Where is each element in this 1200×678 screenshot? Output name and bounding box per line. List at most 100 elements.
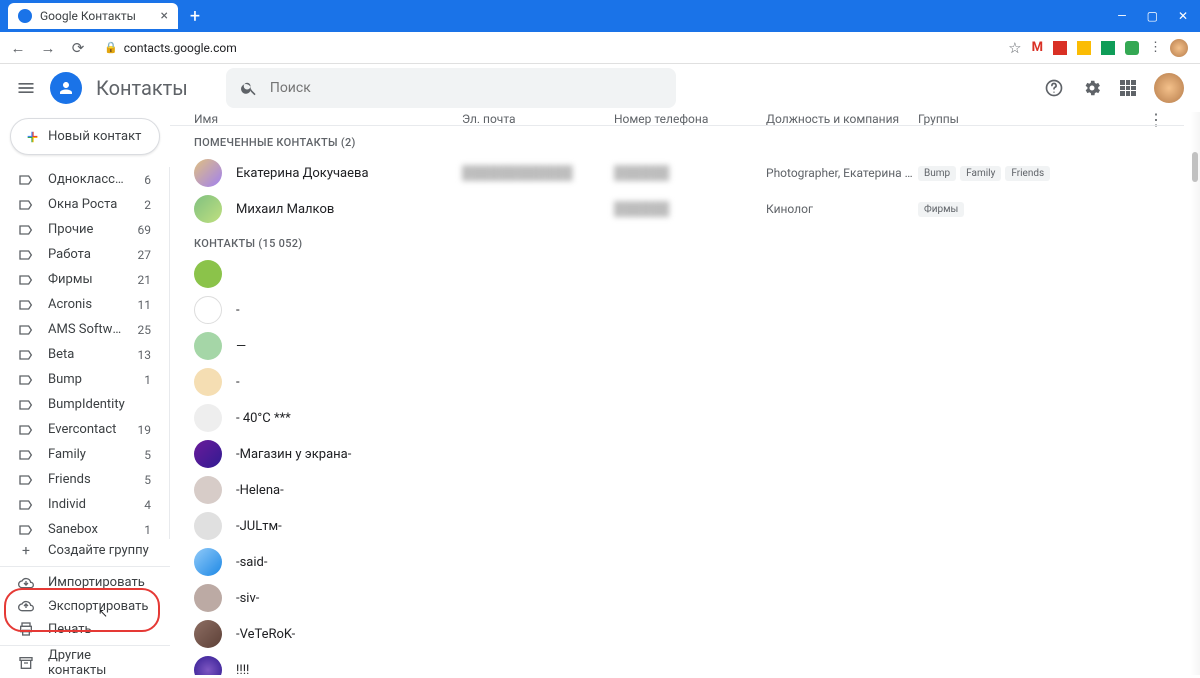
label-item[interactable]: Individ4 (0, 492, 165, 517)
contact-row[interactable]: -VeTeRoK- (170, 616, 1200, 652)
contact-avatar (194, 260, 222, 288)
contact-groups: Фирмы (918, 202, 1176, 217)
label-item[interactable]: Работа27 (0, 242, 165, 267)
label-item[interactable]: Окна Роста2 (0, 192, 165, 217)
label-count: 1 (144, 523, 151, 537)
label-item[interactable]: Acronis11 (0, 292, 165, 317)
contact-avatar (194, 159, 222, 187)
browser-profile-avatar[interactable] (1170, 39, 1188, 57)
print-button[interactable]: Печать (0, 618, 166, 641)
contact-row[interactable]: - 40°С *** (170, 400, 1200, 436)
ext-icon-orange[interactable] (1077, 41, 1091, 55)
search-box[interactable] (226, 68, 676, 108)
ext-icon-red[interactable] (1053, 41, 1067, 55)
label-item[interactable]: Прочие69 (0, 217, 165, 242)
google-apps-button[interactable] (1120, 80, 1136, 96)
label-name: Sanebox (48, 522, 130, 537)
scrollbar-track[interactable] (1190, 112, 1200, 675)
contact-groups: BumpFamilyFriends (918, 166, 1176, 181)
col-email[interactable]: Эл. почта (462, 112, 614, 126)
group-chip: Family (960, 166, 1001, 181)
label-item[interactable]: AMS Software25 (0, 317, 165, 342)
label-item[interactable]: Beta13 (0, 342, 165, 367)
browser-menu-icon[interactable]: ⋮ (1149, 40, 1160, 55)
label-name: Acronis (48, 297, 124, 312)
nav-back-button[interactable]: ← (8, 39, 28, 57)
nav-reload-button[interactable]: ⟳ (68, 39, 88, 57)
other-contacts-button[interactable]: Другие контакты (0, 650, 166, 675)
contact-row[interactable]: - (170, 292, 1200, 328)
contact-row[interactable]: Михаил Малков██████КинологФирмы (170, 191, 1200, 227)
account-avatar[interactable] (1154, 73, 1184, 103)
contact-row[interactable]: - (170, 364, 1200, 400)
label-name: Evercontact (48, 422, 124, 437)
window-minimize-button[interactable]: — (1117, 9, 1126, 23)
scrollbar-thumb[interactable] (1192, 152, 1198, 182)
contact-avatar (194, 476, 222, 504)
print-icon (18, 621, 34, 637)
contact-row[interactable] (170, 256, 1200, 292)
col-phone[interactable]: Номер телефона (614, 112, 766, 126)
header-more-button[interactable]: ⋮ (1148, 112, 1164, 129)
label-name: Окна Роста (48, 197, 130, 212)
label-item[interactable]: Одноклассники6 (0, 167, 165, 192)
label-icon (18, 447, 34, 463)
contacts-logo-icon (50, 72, 82, 104)
label-icon (18, 497, 34, 513)
app-title: Контакты (96, 76, 188, 100)
browser-tab[interactable]: Google Контакты × (8, 3, 178, 29)
nav-forward-button[interactable]: → (38, 39, 58, 57)
main-menu-button[interactable] (16, 78, 36, 98)
contact-avatar (194, 620, 222, 648)
contact-name: -Магазин у экрана- (236, 447, 462, 462)
search-input[interactable] (270, 80, 662, 96)
contact-phone: ██████ (614, 165, 766, 181)
app-header: Контакты (0, 64, 1200, 112)
contact-row[interactable]: — (170, 328, 1200, 364)
sidebar: + Новый контакт Одноклассники6Окна Роста… (0, 112, 170, 675)
contact-row[interactable]: Екатерина Докучаева██████████████████Pho… (170, 155, 1200, 191)
address-bar[interactable]: 🔒 contacts.google.com (104, 41, 237, 55)
create-group-button[interactable]: + Создайте группу (0, 539, 166, 562)
settings-button[interactable] (1082, 78, 1102, 98)
bookmark-star-icon[interactable]: ☆ (1008, 39, 1021, 57)
contact-avatar (194, 512, 222, 540)
label-item[interactable]: Sanebox 1 (0, 517, 165, 539)
contact-row[interactable]: !!!! (170, 652, 1200, 675)
group-chip: Bump (918, 166, 956, 181)
label-icon (18, 322, 34, 338)
export-button[interactable]: Экспортировать (0, 595, 166, 618)
contact-row[interactable]: -Магазин у экрана- (170, 436, 1200, 472)
label-item[interactable]: Фирмы21 (0, 267, 165, 292)
window-controls: — ▢ ✕ (1117, 9, 1200, 23)
col-job[interactable]: Должность и компания (766, 112, 918, 126)
window-maximize-button[interactable]: ▢ (1147, 9, 1158, 23)
contact-row[interactable]: -JULтм- (170, 508, 1200, 544)
new-contact-button[interactable]: + Новый контакт (10, 118, 160, 155)
window-close-button[interactable]: ✕ (1178, 9, 1188, 23)
col-groups[interactable]: Группы (918, 112, 1176, 126)
ext-icon-green[interactable] (1101, 41, 1115, 55)
label-item[interactable]: BumpIdentity (0, 392, 165, 417)
label-item[interactable]: Friends5 (0, 467, 165, 492)
import-button[interactable]: Импортировать (0, 571, 166, 594)
label-item[interactable]: Bump1 (0, 367, 165, 392)
contact-name: - (236, 303, 462, 318)
contact-row[interactable]: -said- (170, 544, 1200, 580)
contact-row[interactable]: -siv- (170, 580, 1200, 616)
tab-close-icon[interactable]: × (161, 9, 168, 23)
label-icon (18, 472, 34, 488)
label-name: AMS Software (48, 322, 124, 337)
divider (0, 645, 170, 646)
new-tab-button[interactable]: + (182, 3, 208, 29)
window-titlebar: Google Контакты × + — ▢ ✕ (0, 0, 1200, 32)
help-button[interactable] (1044, 78, 1064, 98)
evernote-ext-icon[interactable] (1125, 41, 1139, 55)
gmail-ext-icon[interactable]: M (1032, 40, 1043, 55)
label-icon (18, 247, 34, 263)
new-contact-label: Новый контакт (48, 129, 141, 144)
col-name[interactable]: Имя (194, 112, 462, 126)
label-item[interactable]: Family5 (0, 442, 165, 467)
label-item[interactable]: Evercontact19 (0, 417, 165, 442)
contact-row[interactable]: -Helena- (170, 472, 1200, 508)
